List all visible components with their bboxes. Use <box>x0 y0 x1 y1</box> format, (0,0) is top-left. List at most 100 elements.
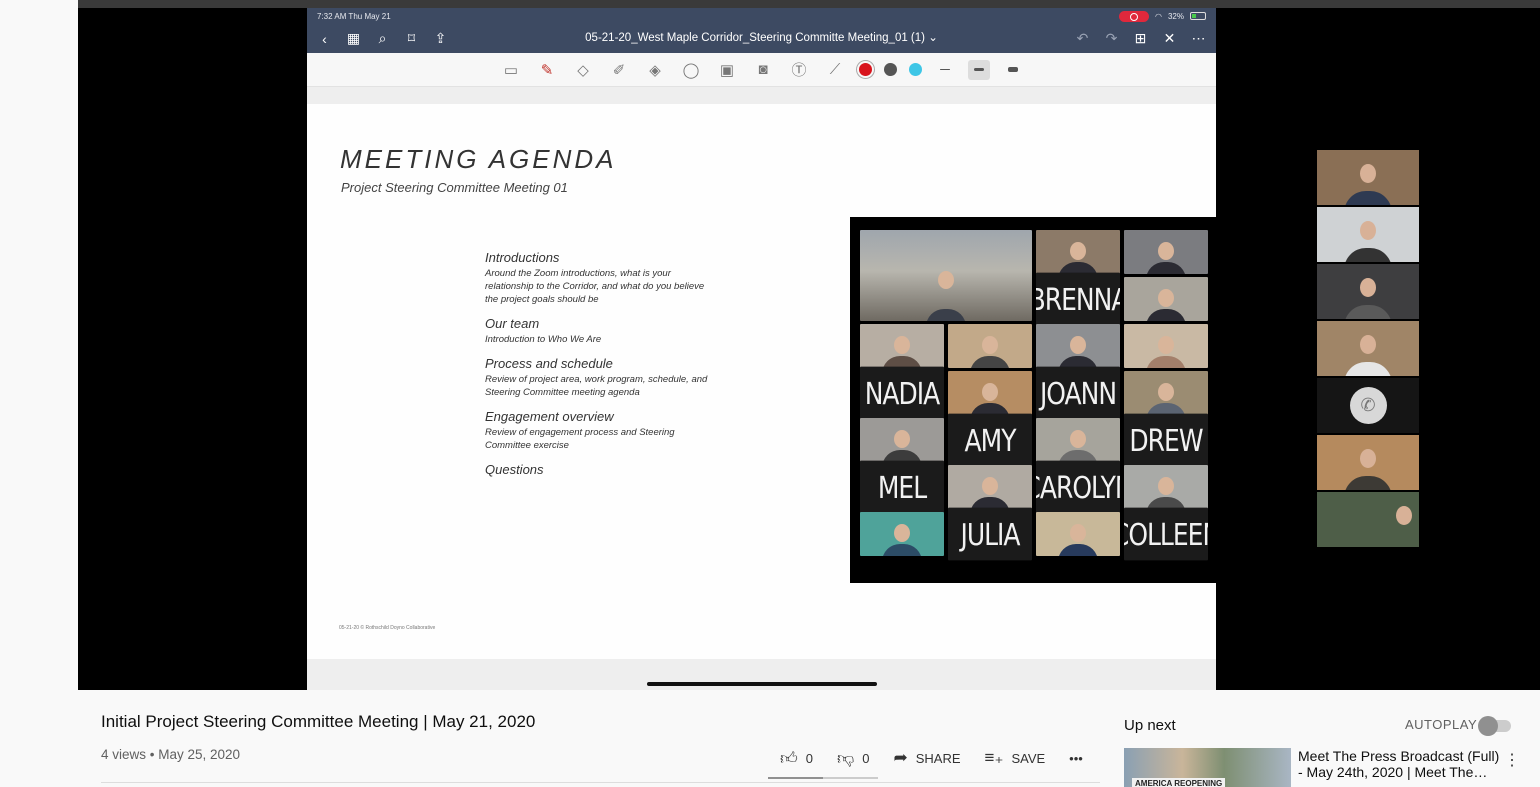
add-page-icon[interactable]: ⊞ <box>1129 27 1152 50</box>
stroke-medium[interactable] <box>968 59 990 80</box>
lasso-icon[interactable]: ◯ <box>679 58 703 82</box>
color-cyan-swatch[interactable] <box>909 63 922 76</box>
agenda-item: Our team Introduction to Who We Are <box>485 316 715 346</box>
video-meta: 4 views • May 25, 2020 <box>101 747 241 762</box>
close-icon[interactable]: ✕ <box>1158 27 1181 50</box>
laser-pointer-icon[interactable]: ⟋ <box>823 58 847 82</box>
agenda-heading: Questions <box>485 462 544 477</box>
name-tile: DREW <box>1124 413 1208 467</box>
save-button[interactable]: ≡₊ SAVE <box>973 740 1058 776</box>
name-tile: NADIA <box>860 366 944 420</box>
ipad-status-bar: 7:32 AM Thu May 21 ◠ 32% <box>307 8 1216 24</box>
participant-tile: ✆ <box>1317 378 1419 433</box>
pen-icon[interactable]: ✎ <box>535 58 559 82</box>
video-tile <box>1036 324 1120 368</box>
agenda-item: Engagement overview Review of engagement… <box>485 409 715 452</box>
search-icon[interactable]: ⌕ <box>371 27 394 50</box>
video-tile <box>860 230 1032 321</box>
save-label: SAVE <box>1011 750 1046 766</box>
name-tile: CAROLYN <box>1036 460 1120 514</box>
share-arrow-icon: ➦ <box>893 748 908 767</box>
share-label: SHARE <box>915 750 961 766</box>
shapes-icon[interactable]: ◈ <box>643 58 667 82</box>
more-actions-button[interactable]: ••• <box>1057 740 1095 776</box>
phone-icon: ✆ <box>1349 387 1387 424</box>
participant-strip: ✆ <box>1317 150 1419 549</box>
name-tile: JULIA <box>948 507 1032 561</box>
annotation-toolbar: ▭ ✎ ◇ ✐ ◈ ◯ ▣ ◙ Ⓣ ⟋ <box>307 53 1216 87</box>
stroke-thin[interactable] <box>934 60 956 80</box>
video-actions: 👍︎ 0 👎︎ 0 ➦ SHARE ≡₊ SAVE ••• <box>768 740 1095 776</box>
battery-icon <box>1190 12 1206 20</box>
video-tile <box>1124 277 1208 321</box>
status-time: 7:32 AM Thu May 21 <box>317 11 391 21</box>
text-icon[interactable]: Ⓣ <box>787 58 811 82</box>
bookmark-icon[interactable]: ⌑ <box>400 27 423 50</box>
name-tile: COLLEEN <box>1124 507 1208 561</box>
image-icon[interactable]: ▣ <box>715 58 739 82</box>
ipad-nav-bar: 05-21-20_West Maple Corridor_Steering Co… <box>307 24 1216 53</box>
agenda-item: Questions <box>485 462 715 477</box>
up-next-heading: Up next <box>1124 717 1176 734</box>
participant-tile <box>1317 321 1419 376</box>
screen-record-icon <box>1119 10 1149 22</box>
reader-icon[interactable]: ▭ <box>499 58 523 82</box>
recommended-thumbnail[interactable]: AMERICA REOPENING <box>1124 748 1291 787</box>
thumbs-up-icon: 👍︎ <box>780 748 798 768</box>
dislike-button[interactable]: 👎︎ 0 <box>825 740 882 776</box>
video-tile <box>1036 418 1120 462</box>
thumbs-down-icon: 👎︎ <box>837 748 855 768</box>
recommended-video-title[interactable]: Meet The Press Broadcast (Full) - May 24… <box>1298 748 1503 780</box>
agenda-heading: Engagement overview <box>485 409 614 424</box>
grid-icon[interactable]: ▦ <box>342 27 365 50</box>
eraser-icon[interactable]: ◇ <box>571 58 595 82</box>
dislike-count: 0 <box>862 750 870 766</box>
thumbnail-caption: AMERICA REOPENING <box>1132 778 1226 787</box>
back-icon[interactable]: ‹ <box>313 27 336 50</box>
video-player[interactable]: 7:32 AM Thu May 21 ◠ 32% 05-21-20_West M… <box>78 8 1540 690</box>
browser-top-strip <box>78 0 1540 8</box>
document-canvas: MEETING AGENDA Project Steering Committe… <box>307 87 1216 690</box>
autoplay-toggle[interactable] <box>1477 715 1513 737</box>
agenda-item: Introductions Around the Zoom introducti… <box>485 250 715 306</box>
video-tile <box>948 371 1032 415</box>
more-icon[interactable]: ⋯ <box>1187 27 1210 50</box>
video-tile <box>1124 371 1208 415</box>
video-tile <box>948 324 1032 368</box>
video-tile <box>1036 512 1120 556</box>
agenda-slide: MEETING AGENDA Project Steering Committe… <box>307 104 1216 659</box>
highlighter-icon[interactable]: ✐ <box>607 58 631 82</box>
color-red-swatch[interactable] <box>859 63 872 76</box>
autoplay-label: AUTOPLAY <box>1405 717 1478 732</box>
redo-icon[interactable]: ↷ <box>1100 27 1123 50</box>
ipad-home-indicator <box>647 682 877 686</box>
video-tile <box>1036 230 1120 274</box>
video-title: Initial Project Steering Committee Meeti… <box>101 712 536 731</box>
participant-tile <box>1317 264 1419 319</box>
video-tile <box>1124 324 1208 368</box>
like-button[interactable]: 👍︎ 0 <box>768 740 825 776</box>
like-count: 0 <box>805 750 813 766</box>
like-ratio-bar <box>768 777 878 779</box>
wifi-icon: ◠ <box>1155 11 1162 21</box>
share-icon[interactable]: ⇪ <box>429 27 452 50</box>
undo-icon[interactable]: ↶ <box>1071 27 1094 50</box>
zoom-gallery: BRENNA NADIA JOANN AMY DREW <box>850 217 1216 583</box>
stroke-thick[interactable] <box>1002 60 1024 80</box>
video-tile <box>1124 465 1208 509</box>
ipad-screen: 7:32 AM Thu May 21 ◠ 32% 05-21-20_West M… <box>307 8 1216 690</box>
agenda-heading: Process and schedule <box>485 356 613 371</box>
camera-icon[interactable]: ◙ <box>751 58 775 82</box>
agenda-heading: Introductions <box>485 250 560 265</box>
agenda-desc: Review of project area, work program, sc… <box>485 374 708 398</box>
more-vert-icon[interactable]: ⋮ <box>1504 750 1520 770</box>
more-horiz-icon: ••• <box>1069 750 1083 766</box>
agenda-desc: Around the Zoom introductions, what is y… <box>485 268 705 305</box>
chevron-down-icon: ⌄ <box>928 32 938 44</box>
slide-subtitle: Project Steering Committee Meeting 01 <box>341 180 568 195</box>
participant-tile <box>1317 207 1419 262</box>
slide-footer: 05-21-20 © Rothschild Doyno Collaborativ… <box>339 625 436 631</box>
share-button[interactable]: ➦ SHARE <box>882 740 973 776</box>
color-grey-swatch[interactable] <box>884 63 897 76</box>
video-tile <box>860 418 944 462</box>
